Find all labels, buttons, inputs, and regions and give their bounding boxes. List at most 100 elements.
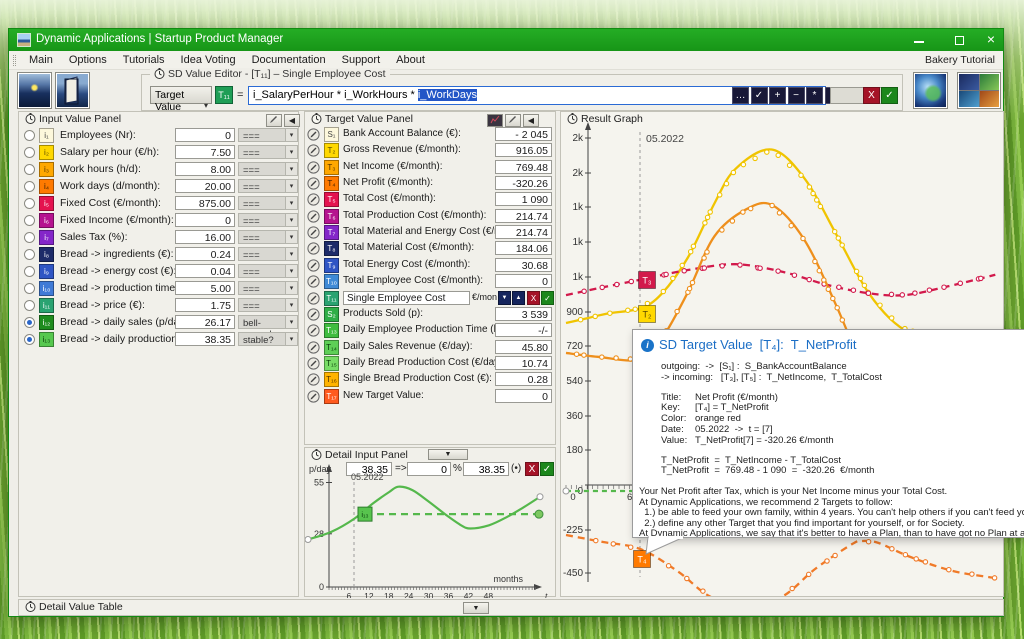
- value-field-T₁₀[interactable]: 0: [495, 274, 552, 288]
- value-field-i₂[interactable]: 7.50: [175, 145, 235, 159]
- radio-i₁₃[interactable]: [24, 334, 35, 345]
- minimize-button[interactable]: [906, 29, 932, 51]
- gallery-image-button[interactable]: [957, 72, 1001, 109]
- mode-select-i₅[interactable]: ===: [238, 196, 286, 210]
- value-field-T₂[interactable]: 916.05: [495, 143, 552, 157]
- mode-select-i₁₀[interactable]: ===: [238, 281, 286, 295]
- edit-panel-button[interactable]: [505, 114, 521, 127]
- stable-handle[interactable]: [535, 510, 543, 518]
- edit-circle-icon[interactable]: [307, 292, 320, 305]
- value-field-i₁₁[interactable]: 1.75: [175, 298, 235, 312]
- target-name-input[interactable]: Single Employee Cost: [343, 291, 470, 305]
- chevron-down-icon[interactable]: ▾: [285, 162, 298, 176]
- chevron-down-icon[interactable]: ▾: [285, 264, 298, 278]
- chevron-down-icon[interactable]: ▾: [285, 196, 298, 210]
- chevron-down-icon[interactable]: ▾: [285, 128, 298, 142]
- chevron-down-icon[interactable]: ▾: [285, 230, 298, 244]
- value-field-T₁₃[interactable]: -/-: [495, 323, 552, 337]
- edit-circle-icon[interactable]: [307, 193, 320, 206]
- menu-item-about[interactable]: About: [388, 51, 433, 68]
- value-field-i₄[interactable]: 20.00: [175, 179, 235, 193]
- value-field-T₃[interactable]: 769.48: [495, 160, 552, 174]
- op-button-0[interactable]: …: [732, 87, 749, 104]
- radio-i₁₀[interactable]: [24, 283, 35, 294]
- radio-i₃[interactable]: [24, 164, 35, 175]
- op-button-2[interactable]: +: [769, 87, 786, 104]
- edit-panel-button[interactable]: [266, 114, 282, 127]
- scene-image-button[interactable]: [17, 72, 52, 109]
- edit-circle-icon[interactable]: [307, 357, 320, 370]
- chevron-down-icon[interactable]: ▾: [285, 145, 298, 159]
- chevron-down-icon[interactable]: ▾: [285, 179, 298, 193]
- formula-cancel-button[interactable]: X: [863, 87, 880, 104]
- radio-i₁[interactable]: [24, 130, 35, 141]
- value-field-i₁₂[interactable]: 26.17: [175, 315, 235, 329]
- value-field-i₈[interactable]: 0.24: [175, 247, 235, 261]
- value-field-T₆[interactable]: 214.74: [495, 209, 552, 223]
- value-field-T₉[interactable]: 30.68: [495, 258, 552, 272]
- value-field-T₈[interactable]: 184.06: [495, 241, 552, 255]
- collapse-down-button[interactable]: ▼: [463, 602, 489, 614]
- move-down-button[interactable]: ▼: [498, 291, 511, 305]
- marker-T₃[interactable]: T₃: [639, 272, 656, 289]
- edit-circle-icon[interactable]: [307, 226, 320, 239]
- edit-circle-icon[interactable]: [307, 161, 320, 174]
- menu-item-support[interactable]: Support: [334, 51, 389, 68]
- mode-select-i₆[interactable]: ===: [238, 213, 286, 227]
- maximize-button[interactable]: [946, 29, 972, 51]
- chevron-down-icon[interactable]: ▾: [285, 332, 298, 346]
- title-bar[interactable]: Dynamic Applications | Startup Product M…: [9, 29, 1003, 51]
- globe-image-button[interactable]: [913, 72, 948, 109]
- collapse-left-button[interactable]: ◀: [284, 114, 300, 127]
- edit-circle-icon[interactable]: [307, 390, 320, 403]
- radio-i₆[interactable]: [24, 215, 35, 226]
- edit-circle-icon[interactable]: [307, 128, 320, 141]
- mode-select-i₈[interactable]: ===: [238, 247, 286, 261]
- mode-select-i₁₃[interactable]: stable?: [238, 332, 286, 346]
- radio-i₉[interactable]: [24, 266, 35, 277]
- value-field-T₁₄[interactable]: 45.80: [495, 340, 552, 354]
- value-field-i₉[interactable]: 0.04: [175, 264, 235, 278]
- edit-circle-icon[interactable]: [307, 324, 320, 337]
- value-field-T₇[interactable]: 214.74: [495, 225, 552, 239]
- formula-ok-button[interactable]: ✓: [881, 87, 898, 104]
- edit-circle-icon[interactable]: [307, 210, 320, 223]
- value-field-T₅[interactable]: 1 090: [495, 192, 552, 206]
- edit-circle-icon[interactable]: [307, 144, 320, 157]
- op-button-4[interactable]: *: [806, 87, 823, 104]
- marker-i₁₃[interactable]: i₁₃: [358, 507, 372, 521]
- chevron-down-icon[interactable]: ▾: [285, 281, 298, 295]
- value-type-selector[interactable]: Target Value▾: [150, 86, 212, 104]
- value-field-i₇[interactable]: 16.00: [175, 230, 235, 244]
- chevron-down-icon[interactable]: ▾: [285, 247, 298, 261]
- mode-select-i₇[interactable]: ===: [238, 230, 286, 244]
- chevron-down-icon[interactable]: ▾: [285, 298, 298, 312]
- radio-i₂[interactable]: [24, 147, 35, 158]
- menu-item-options[interactable]: Options: [61, 51, 115, 68]
- move-up-button[interactable]: ▲: [512, 291, 525, 305]
- edit-circle-icon[interactable]: [307, 275, 320, 288]
- value-field-i₁₃[interactable]: 38.35: [175, 332, 235, 346]
- value-field-T₄[interactable]: -320.26: [495, 176, 552, 190]
- edit-circle-icon[interactable]: [307, 242, 320, 255]
- row-cancel-button[interactable]: X: [527, 291, 540, 305]
- marker-T₂[interactable]: T₂: [639, 306, 656, 323]
- value-field-i₅[interactable]: 875.00: [175, 196, 235, 210]
- value-field-i₁[interactable]: 0: [175, 128, 235, 142]
- edit-circle-icon[interactable]: [307, 373, 320, 386]
- graph-tool-button[interactable]: [487, 114, 503, 127]
- value-field-T₁₅[interactable]: 10.74: [495, 356, 552, 370]
- mode-select-i₄[interactable]: ===: [238, 179, 286, 193]
- edit-circle-icon[interactable]: [307, 308, 320, 321]
- menu-item-idea-voting[interactable]: Idea Voting: [173, 51, 244, 68]
- op-button-3[interactable]: −: [788, 87, 805, 104]
- radio-i₁₂[interactable]: [24, 317, 35, 328]
- mode-select-i₁[interactable]: ===: [238, 128, 286, 142]
- mode-select-i₁₂[interactable]: bell-curved: [238, 315, 286, 329]
- mode-select-i₉[interactable]: ===: [238, 264, 286, 278]
- value-field-S₁[interactable]: - 2 045: [495, 127, 552, 141]
- row-ok-button[interactable]: ✓: [541, 291, 554, 305]
- mode-select-i₂[interactable]: ===: [238, 145, 286, 159]
- value-field-i₆[interactable]: 0: [175, 213, 235, 227]
- op-button-1[interactable]: ✓: [751, 87, 768, 104]
